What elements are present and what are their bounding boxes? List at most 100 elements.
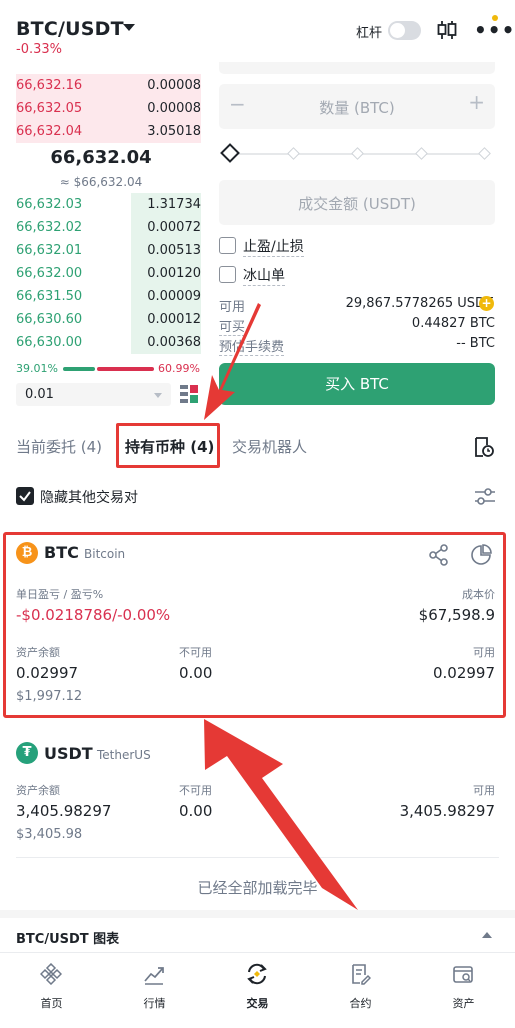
tp-sl-label[interactable]: 止盈/止损 xyxy=(243,236,304,257)
quantity-increase-button[interactable]: + xyxy=(468,90,485,114)
balance-label: 资产余额 xyxy=(16,784,60,797)
available-value: 3,405.98297 xyxy=(399,802,495,820)
orderbook-bid-row[interactable]: 66,632.03 1.31734 xyxy=(16,193,201,216)
divider xyxy=(16,857,499,858)
total-amount-input[interactable]: 成交金额 (USDT) xyxy=(219,180,495,225)
markets-icon xyxy=(144,967,164,985)
buy-ratio-bar xyxy=(63,367,95,371)
bid-price: 66,632.03 xyxy=(16,197,83,212)
unavailable-label: 不可用 xyxy=(179,784,212,797)
hide-other-pairs-checkbox[interactable] xyxy=(16,487,34,505)
tether-icon: ₮ xyxy=(16,742,38,764)
orderbook-bid-row[interactable]: 66,632.02 0.00072 xyxy=(16,216,201,239)
quantity-decrease-button[interactable]: − xyxy=(229,92,246,116)
nav-label: 资产 xyxy=(452,997,475,1010)
slider-step-25[interactable] xyxy=(287,147,300,160)
filter-settings-icon[interactable] xyxy=(474,487,496,511)
bid-price: 66,632.00 xyxy=(16,266,83,281)
nav-label: 行情 xyxy=(143,997,166,1010)
fee-value: -- BTC xyxy=(456,336,495,351)
quantity-input[interactable]: 数量 (BTC) − + xyxy=(219,84,495,129)
coin-name: TetherUS xyxy=(97,748,151,762)
slider-step-50[interactable] xyxy=(351,147,364,160)
bid-qty: 0.00368 xyxy=(147,335,201,350)
leverage-toggle[interactable] xyxy=(388,21,421,40)
bid-qty: 0.00009 xyxy=(147,289,201,304)
orderbook-ask-row[interactable]: 66,632.05 0.00008 xyxy=(16,97,201,120)
orderbook-bid-row[interactable]: 66,630.60 0.00012 xyxy=(16,308,201,331)
ask-price: 66,632.05 xyxy=(16,101,83,116)
orderbook-ask-row[interactable]: 66,632.04 3.05018 xyxy=(16,120,201,143)
iceberg-label[interactable]: 冰山单 xyxy=(243,265,285,286)
last-price[interactable]: 66,632.04 xyxy=(16,147,186,168)
nav-label: 交易 xyxy=(246,997,269,1010)
bid-qty: 0.00513 xyxy=(147,243,201,258)
bid-qty: 1.31734 xyxy=(147,197,201,212)
orderbook-bid-row[interactable]: 66,632.01 0.00513 xyxy=(16,239,201,262)
ask-qty: 0.00008 xyxy=(147,78,201,93)
nav-wallet[interactable]: 资产 xyxy=(412,953,515,1028)
annotation-highlight-box xyxy=(3,532,506,718)
price-input-edge[interactable] xyxy=(219,62,495,74)
nav-futures[interactable]: 合约 xyxy=(309,953,412,1028)
iceberg-checkbox[interactable] xyxy=(219,266,236,283)
orderbook-layout-icon[interactable] xyxy=(180,384,198,408)
trading-pair-title[interactable]: BTC/USDT xyxy=(16,18,124,40)
candlestick-chart-icon[interactable] xyxy=(437,19,457,45)
chart-section-title[interactable]: BTC/USDT 图表 xyxy=(16,928,119,947)
order-history-icon[interactable] xyxy=(473,436,495,462)
precision-select[interactable]: 0.01 xyxy=(16,383,171,406)
chevron-down-icon[interactable] xyxy=(123,24,135,31)
orderbook-bid-row[interactable]: 66,630.00 0.00368 xyxy=(16,331,201,354)
slider-step-100[interactable] xyxy=(478,147,491,160)
nav-home[interactable]: 首页 xyxy=(0,953,103,1028)
home-icon xyxy=(40,963,62,985)
nav-label: 合约 xyxy=(349,997,372,1010)
toggle-knob xyxy=(390,23,405,38)
nav-label: 首页 xyxy=(40,997,63,1010)
nav-markets[interactable]: 行情 xyxy=(103,953,206,1028)
tab-trading-bots[interactable]: 交易机器人 xyxy=(232,436,307,457)
amount-slider-thumb[interactable] xyxy=(220,143,240,163)
annotation-highlight-box xyxy=(116,423,220,468)
bid-price: 66,630.60 xyxy=(16,312,83,327)
ask-qty: 3.05018 xyxy=(147,124,201,139)
bid-price: 66,630.00 xyxy=(16,335,83,350)
ask-price: 66,632.04 xyxy=(16,124,83,139)
bid-price: 66,632.02 xyxy=(16,220,83,235)
nav-trade[interactable]: 交易 xyxy=(206,953,309,1028)
bottom-navigation: 首页 行情 交易 合约 资产 xyxy=(0,952,515,1028)
available-label: 可用 xyxy=(219,300,246,315)
leverage-label: 杠杆 xyxy=(356,26,383,41)
price-change-percent: -0.33% xyxy=(16,42,62,57)
can-buy-label: 可买 xyxy=(219,316,246,336)
bid-qty: 0.00120 xyxy=(147,266,201,281)
bid-price: 66,632.01 xyxy=(16,243,83,258)
coin-symbol: USDT xyxy=(44,744,93,763)
more-menu-icon[interactable]: ••• xyxy=(474,18,515,42)
holding-card-usdt[interactable]: ₮ USDT TetherUS 资产余额 不可用 可用 3,405.98297 … xyxy=(0,730,515,850)
orderbook-bid-row[interactable]: 66,632.00 0.00120 xyxy=(16,262,201,285)
add-funds-icon[interactable]: + xyxy=(479,296,494,311)
tab-open-orders[interactable]: 当前委托 (4) xyxy=(16,436,102,457)
buy-button[interactable]: 买入 BTC xyxy=(219,363,495,405)
wallet-icon xyxy=(453,966,473,983)
bid-qty: 0.00072 xyxy=(147,220,201,235)
slider-step-75[interactable] xyxy=(415,147,428,160)
orderbook-bid-row[interactable]: 66,631.50 0.00009 xyxy=(16,285,201,308)
balance-value: 3,405.98297 xyxy=(16,802,112,820)
bid-price: 66,631.50 xyxy=(16,289,83,304)
sell-ratio: 60.99% xyxy=(158,362,200,375)
futures-icon xyxy=(352,964,371,985)
section-separator xyxy=(0,910,515,918)
orderbook-ask-row[interactable]: 66,632.16 0.00008 xyxy=(16,74,201,97)
sell-ratio-bar xyxy=(97,367,154,371)
chevron-down-icon xyxy=(154,393,162,398)
bid-qty: 0.00012 xyxy=(147,312,201,327)
can-buy-value: 0.44827 BTC xyxy=(411,316,495,331)
chevron-up-icon[interactable] xyxy=(482,932,492,938)
quantity-placeholder: 数量 (BTC) xyxy=(319,99,395,117)
hide-other-pairs-label[interactable]: 隐藏其他交易对 xyxy=(40,487,138,507)
tp-sl-checkbox[interactable] xyxy=(219,237,236,254)
fee-label[interactable]: 预估手续费 xyxy=(219,336,285,356)
